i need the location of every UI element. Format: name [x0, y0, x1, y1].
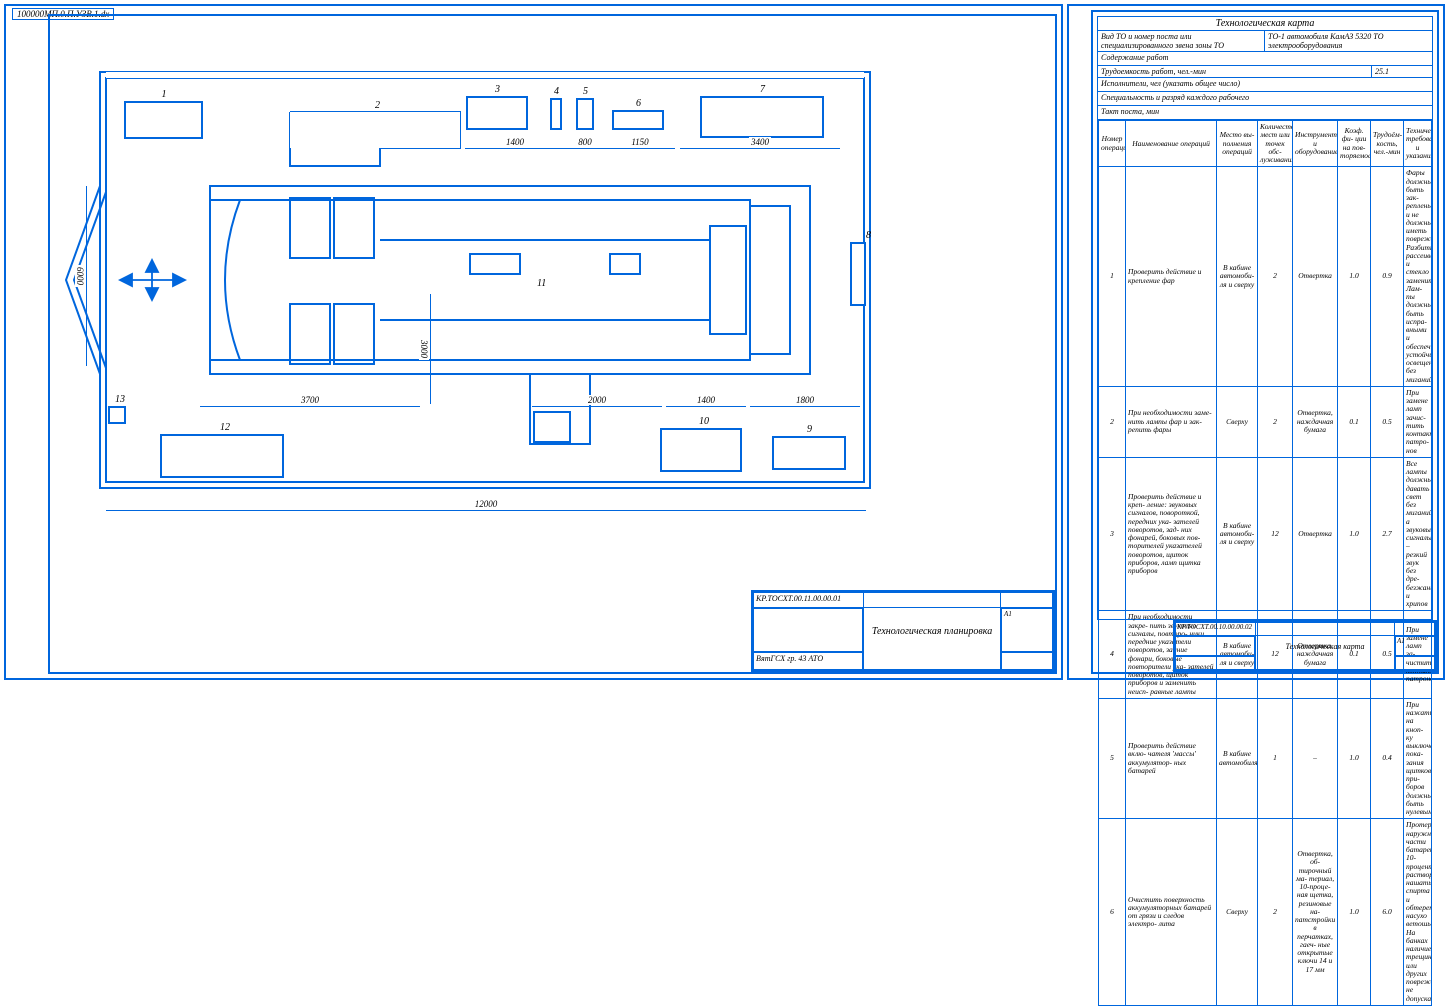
equip-3 [466, 96, 528, 130]
equip-7 [700, 96, 824, 138]
op-num: 2 [1099, 386, 1126, 457]
equip-9 [772, 436, 846, 470]
op-place: Сверху [1217, 819, 1258, 1006]
op-place: В кабине автомоби- ля и сверху [1217, 167, 1258, 387]
op-req: Протереть наружные части батарей 10- про… [1404, 819, 1432, 1006]
op-coef: 1.0 [1338, 457, 1371, 611]
th-num: Номер операции [1099, 121, 1126, 167]
tb-school: ВятГСХ гр. 43 АТО [753, 652, 863, 670]
op-row: 6Очистить поверхность аккумуляторных бат… [1099, 819, 1432, 1006]
op-row: 2При необходимости заме- нить лампы фар … [1099, 386, 1432, 457]
op-coef: 0.1 [1338, 386, 1371, 457]
dim-h-1150: 1150 [605, 148, 675, 159]
op-coef: 1.0 [1338, 698, 1371, 819]
equip-4 [550, 98, 562, 130]
equip-6 [612, 110, 664, 130]
op-req: Все лампы должны давать свет без миганий… [1404, 457, 1432, 611]
equip-8 [850, 242, 866, 306]
op-num: 4 [1099, 611, 1126, 699]
op-num: 6 [1099, 819, 1126, 1006]
op-trud: 0.9 [1371, 167, 1404, 387]
equip-12 [160, 434, 284, 478]
op-place: В кабине автомоби- ля и сверху [1217, 457, 1258, 611]
op-qty: 2 [1258, 167, 1293, 387]
op-trud: 6.0 [1371, 819, 1404, 1006]
th-name: Наименование операций [1126, 121, 1217, 167]
op-coef: 1.0 [1338, 819, 1371, 1006]
operations-table: Номер операции Наименование операций Мес… [1098, 120, 1432, 1006]
op-trud: 0.5 [1371, 386, 1404, 457]
dim-h-800: 800 [565, 148, 605, 159]
op-row: 5Проверить действие вклю- чателя 'массы'… [1099, 698, 1432, 819]
dim-h-3700: 3700 [200, 406, 420, 417]
op-row: 1Проверить действие и крепление фарВ каб… [1099, 167, 1432, 387]
drawing-frame: 12345678910111213 1400800115034003700200… [48, 14, 1057, 674]
op-trud: 0.4 [1371, 698, 1404, 819]
th-place: Место вы- полнения операций [1217, 121, 1258, 167]
equip-11 [530, 290, 544, 298]
op-qty: 1 [1258, 698, 1293, 819]
tc-title: Технологическая карта [1098, 17, 1432, 31]
op-row: 3Проверить действие и креп- ление: звуко… [1099, 457, 1432, 611]
op-req: При нажатии на кноп- ку выключателя пока… [1404, 698, 1432, 819]
tb-title: Технологическая планировка [863, 592, 1001, 670]
op-name: Очистить поверхность аккумуляторных бата… [1126, 819, 1217, 1006]
dim-h-2000: 2000 [532, 406, 662, 417]
op-num: 5 [1099, 698, 1126, 819]
op-tool: Отвертка, об- тирочный ма- териал, 10-пр… [1293, 819, 1338, 1006]
tc-h6: Такт поста, мин [1098, 106, 1432, 120]
tc-h4: Исполнители, чел (указать общее число) [1098, 78, 1432, 92]
op-trud: 2.7 [1371, 457, 1404, 611]
techcard-frame: Технологическая карта Вид ТО и номер пос… [1091, 10, 1439, 674]
dim-h-3400: 3400 [680, 148, 840, 159]
tc-h5: Специальность и разряд каждого рабочего [1098, 92, 1432, 106]
dim-h-1800: 1800 [750, 406, 860, 417]
dim-h-1400: 1400 [666, 406, 746, 417]
equip-2 [290, 112, 460, 148]
tech-card: Технологическая карта Вид ТО и номер пос… [1097, 16, 1433, 620]
op-req: Фары должны быть зак- реплены и не должн… [1404, 167, 1432, 387]
equip-13 [108, 406, 126, 424]
equip-5 [576, 98, 594, 130]
th-req: Технические требования и указания [1404, 121, 1432, 167]
sheet-plan: 100000МП.0.П.УЗВ.1.dx [4, 4, 1063, 680]
op-num: 1 [1099, 167, 1126, 387]
th-trud: Трудоём- кость, чел.-мин [1371, 121, 1404, 167]
title-block: КР.ТОСХТ.00.11.00.00.01 Технологическая … [751, 590, 1055, 672]
tc-h1r: ТО-1 автомобиля КамАЗ 5320 ТО электрообо… [1265, 31, 1432, 51]
op-name: Проверить действие и крепление фар [1126, 167, 1217, 387]
th-qty: Количество мест или точек обс- луживания [1258, 121, 1293, 167]
title-block-right: КР.ТОСХТ.00.10.00.00.02 Технологическая … [1173, 620, 1437, 672]
dim-h-1400: 1400 [465, 148, 565, 159]
dim-v-3000: 3000 [430, 294, 441, 404]
op-tool: Отвертка [1293, 167, 1338, 387]
op-qty: 12 [1258, 457, 1293, 611]
plan-drawing: 12345678910111213 1400800115034003700200… [60, 36, 900, 506]
op-coef: 1.0 [1338, 167, 1371, 387]
op-name: Проверить действие и креп- ление: звуков… [1126, 457, 1217, 611]
op-place: Сверху [1217, 386, 1258, 457]
op-qty: 2 [1258, 819, 1293, 1006]
th-coef: Коэф. фи- ции на пов- торяемость [1338, 121, 1371, 167]
tc-h2: Содержание работ [1098, 52, 1432, 66]
th-tool: Инструмент и оборудование [1293, 121, 1338, 167]
op-req: При замене ламп зачис- тить контакты пат… [1404, 386, 1432, 457]
sheet-techcard: Технологическая карта Вид ТО и номер пос… [1067, 4, 1445, 680]
tc-h3l: Трудоемкость работ, чел.-мин [1098, 66, 1372, 77]
op-place: В кабине автомобиля [1217, 698, 1258, 819]
op-name: При необходимости заме- нить лампы фар и… [1126, 386, 1217, 457]
tbm-title: Технологическая карта [1255, 622, 1395, 670]
op-tool: Отвертка [1293, 457, 1338, 611]
dim-v-6000: 6000 [86, 186, 97, 366]
op-num: 3 [1099, 457, 1126, 611]
op-tool: – [1293, 698, 1338, 819]
equip-10 [660, 428, 742, 472]
equip-1 [124, 101, 203, 139]
op-name: Проверить действие вклю- чателя 'массы' … [1126, 698, 1217, 819]
op-tool: Отвертка, наждачная бумага [1293, 386, 1338, 457]
tc-h3r: 25.1 [1372, 66, 1432, 77]
tc-h1l: Вид ТО и номер поста или специализирован… [1098, 31, 1265, 51]
dim-h-12000: 12000 [106, 510, 866, 521]
op-qty: 2 [1258, 386, 1293, 457]
